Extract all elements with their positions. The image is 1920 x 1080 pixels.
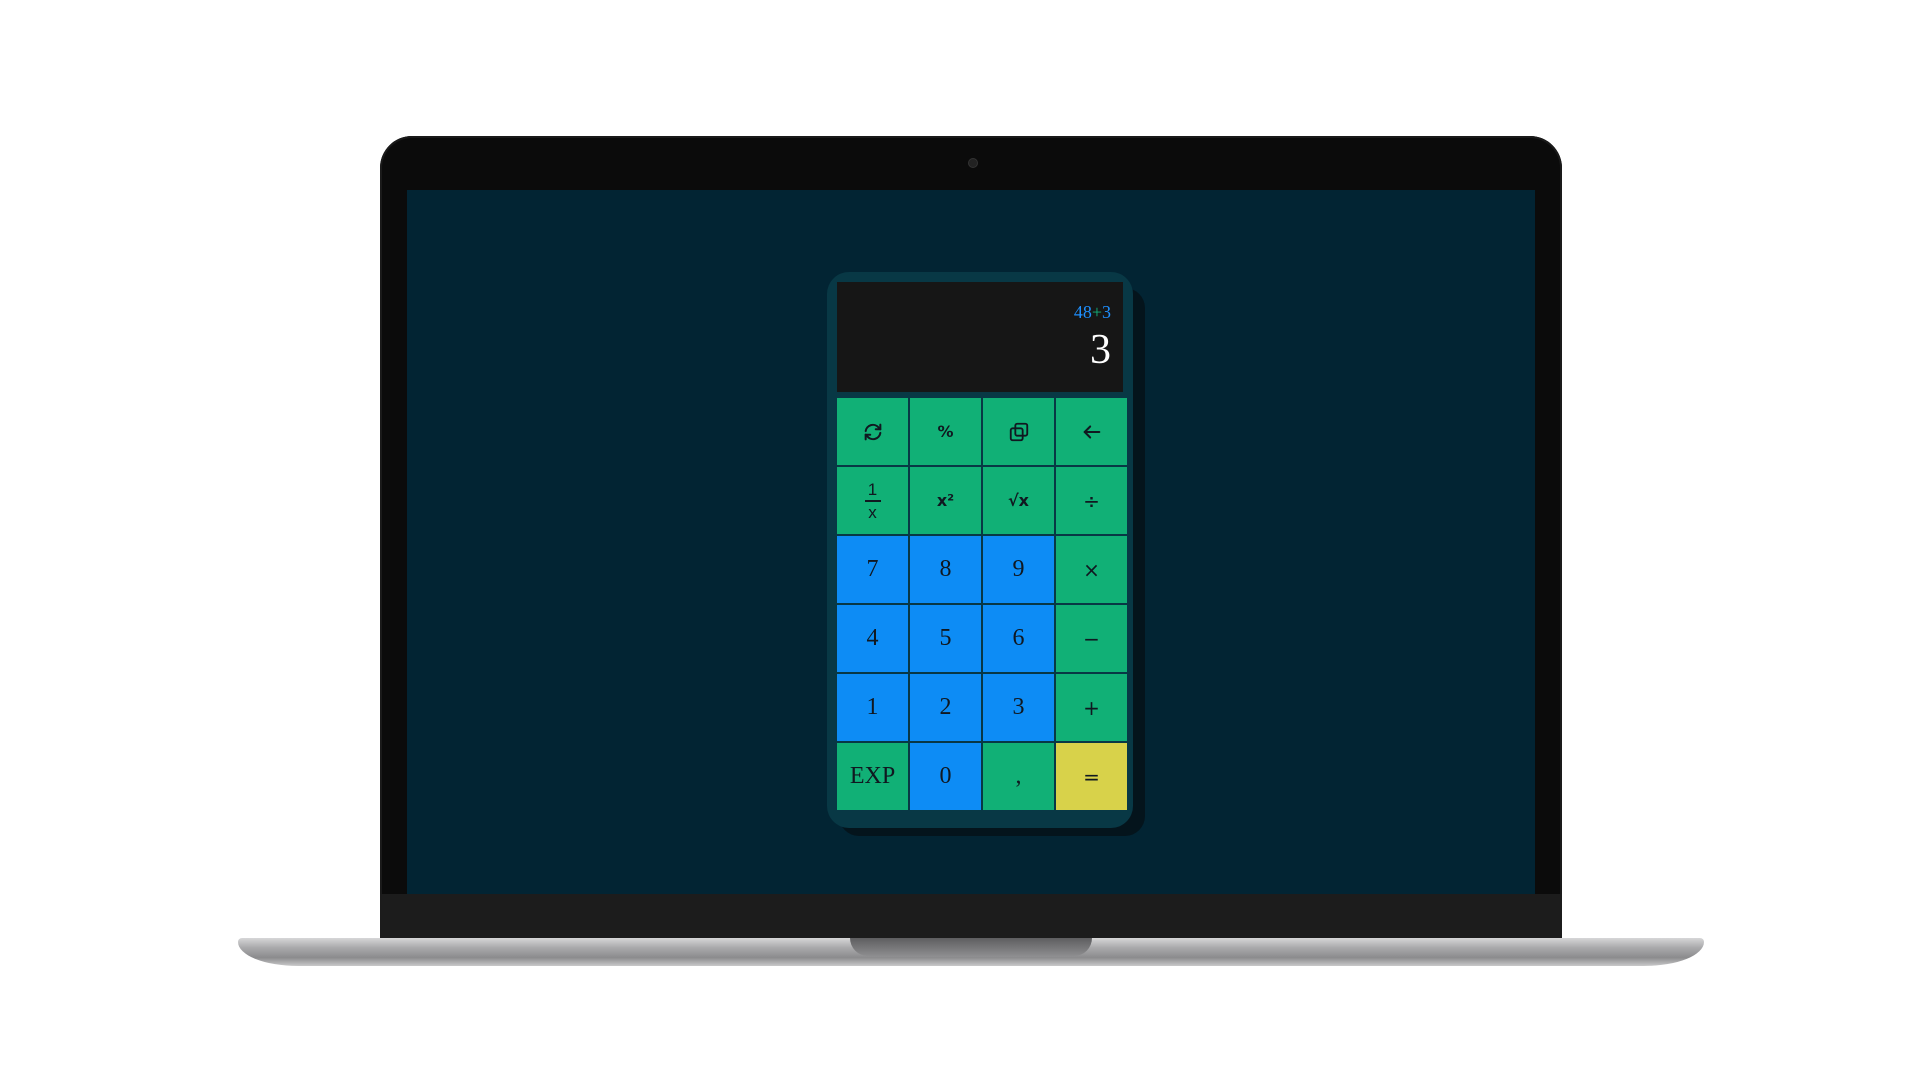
- multiply-label: ×: [1083, 557, 1100, 582]
- laptop-lid: 48+3 3 % 1 x x² √x ÷ 7 8 9 × 4 5 6 − 1 2…: [380, 136, 1562, 938]
- divide-label: ÷: [1083, 488, 1100, 513]
- screen-bottom-bezel: [380, 894, 1562, 938]
- multiply-button[interactable]: ×: [1056, 536, 1127, 603]
- digit-2-button[interactable]: 2: [910, 674, 981, 741]
- expression-readout: 48+3: [1074, 302, 1111, 323]
- reciprocal-button[interactable]: 1 x: [837, 467, 908, 534]
- reciprocal-denominator: x: [868, 502, 877, 522]
- square-root-button[interactable]: √x: [983, 467, 1054, 534]
- laptop-base: [238, 938, 1704, 966]
- expression-operator: +: [1091, 302, 1102, 322]
- plus-button[interactable]: +: [1056, 674, 1127, 741]
- digit-7-button[interactable]: 7: [837, 536, 908, 603]
- refresh-icon: [864, 423, 881, 440]
- reset-button[interactable]: [837, 398, 908, 465]
- digit-8-button[interactable]: 8: [910, 536, 981, 603]
- square-root-label: √x: [1008, 491, 1029, 510]
- equals-button[interactable]: =: [1056, 743, 1127, 810]
- copy-button[interactable]: [983, 398, 1054, 465]
- square-button[interactable]: x²: [910, 467, 981, 534]
- keypad: % 1 x x² √x ÷ 7 8 9 × 4 5 6 − 1 2 3 + EX…: [837, 398, 1127, 810]
- percent-button[interactable]: %: [910, 398, 981, 465]
- reciprocal-label: 1 x: [864, 479, 881, 522]
- page: 48+3 3 % 1 x x² √x ÷ 7 8 9 × 4 5 6 − 1 2…: [0, 0, 1920, 1080]
- calculator: 48+3 3 % 1 x x² √x ÷ 7 8 9 × 4 5 6 − 1 2…: [827, 272, 1133, 828]
- digit-0-button[interactable]: 0: [910, 743, 981, 810]
- plus-label: +: [1083, 695, 1100, 720]
- digit-3-button[interactable]: 3: [983, 674, 1054, 741]
- webcam: [969, 159, 977, 167]
- exp-button[interactable]: EXP: [837, 743, 908, 810]
- expression-right-operand: 3: [1102, 302, 1111, 322]
- laptop-opening-notch: [850, 938, 1092, 956]
- expression-left-operand: 48: [1073, 302, 1092, 322]
- result-readout: 3: [1090, 327, 1111, 373]
- fraction-bar: [864, 499, 881, 502]
- reciprocal-numerator: 1: [867, 479, 878, 499]
- digit-5-button[interactable]: 5: [910, 605, 981, 672]
- digit-9-button[interactable]: 9: [983, 536, 1054, 603]
- percent-label: %: [937, 422, 954, 441]
- backspace-button[interactable]: [1056, 398, 1127, 465]
- minus-label: −: [1083, 626, 1100, 651]
- digit-1-button[interactable]: 1: [837, 674, 908, 741]
- comma-button[interactable]: ,: [983, 743, 1054, 810]
- digit-4-button[interactable]: 4: [837, 605, 908, 672]
- divide-button[interactable]: ÷: [1056, 467, 1127, 534]
- digit-6-button[interactable]: 6: [983, 605, 1054, 672]
- equals-label: =: [1083, 764, 1100, 789]
- square-label: x²: [936, 491, 955, 510]
- calculator-display: 48+3 3: [837, 282, 1123, 392]
- backspace-arrow-icon: [1083, 424, 1100, 439]
- laptop-screen: 48+3 3 % 1 x x² √x ÷ 7 8 9 × 4 5 6 − 1 2…: [407, 190, 1535, 894]
- copy-icon: [1009, 422, 1028, 441]
- minus-button[interactable]: −: [1056, 605, 1127, 672]
